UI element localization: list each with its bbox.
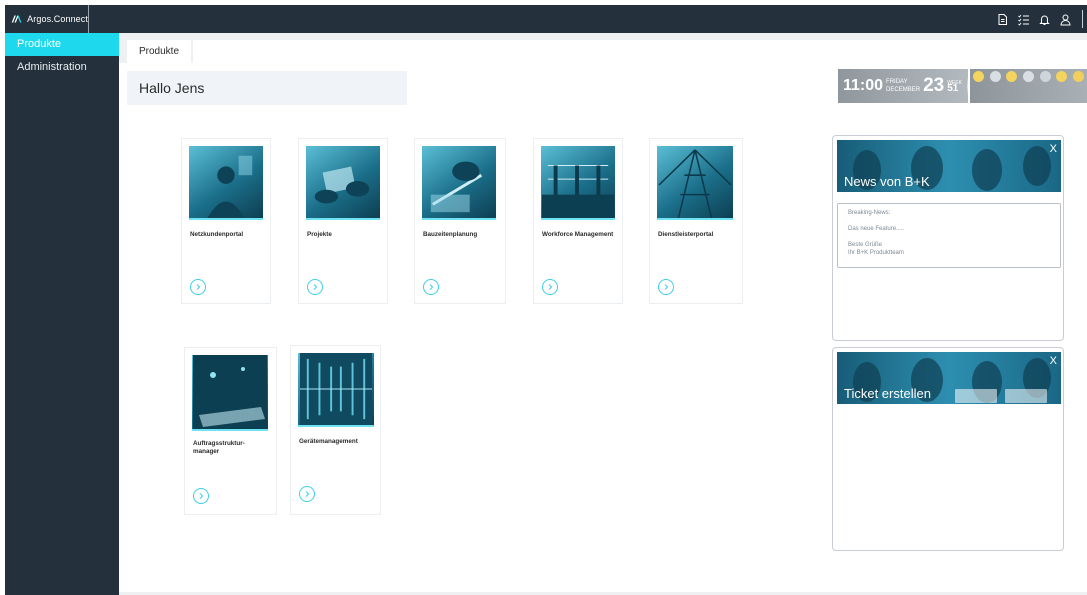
top-actions	[996, 5, 1087, 33]
tab-produkte[interactable]: Produkte	[127, 40, 192, 63]
forecast-day	[971, 71, 985, 82]
news-close-icon[interactable]: X	[1050, 143, 1057, 155]
top-bar: Argos.Connect	[5, 5, 1087, 33]
chevron-right-icon[interactable]	[542, 279, 558, 295]
clock-month: DECEMBER	[886, 87, 921, 93]
pylon-photo-icon	[657, 146, 733, 220]
news-panel: News von B+K X Breaking-News: Das neue F…	[832, 135, 1064, 341]
app-frame: Argos.Connect Produkte Administration Pr…	[5, 5, 1087, 595]
ticket-banner-button-2[interactable]	[1005, 389, 1047, 403]
forecast-day	[1055, 71, 1069, 82]
clock-week: WEEK 51	[947, 80, 962, 94]
drawing-photo-icon	[422, 146, 496, 220]
tile-label: Dienstleisterportal	[658, 231, 714, 238]
chevron-right-icon[interactable]	[423, 279, 439, 295]
clock-weekday: FRIDAY	[886, 79, 908, 85]
cloud-icon	[1022, 71, 1034, 82]
sidebar: Produkte Administration	[5, 33, 119, 595]
tab-strip-fill	[193, 40, 1087, 63]
news-line: Beste Grüße	[848, 242, 883, 248]
chevron-right-icon[interactable]	[307, 279, 323, 295]
forecast-day	[988, 71, 1002, 82]
sun-icon	[1006, 71, 1018, 82]
chevron-right-icon[interactable]	[658, 279, 674, 295]
bell-icon[interactable]	[1038, 13, 1051, 26]
document-icon[interactable]	[996, 13, 1009, 26]
tile-label: Netzkundenportal	[190, 231, 244, 238]
user-icon[interactable]	[1059, 13, 1072, 26]
main-area: Produkte Hallo Jens 11:00 FRIDAY DECEMBE…	[119, 33, 1087, 595]
product-tile-workforce-management[interactable]: Workforce Management	[533, 138, 623, 304]
cloud-sun-icon	[966, 77, 968, 95]
news-banner: News von B+K X	[837, 140, 1061, 192]
cloud-icon	[1039, 71, 1051, 82]
top-divider	[1082, 10, 1083, 28]
forecast-day	[1038, 71, 1052, 82]
chevron-right-icon[interactable]	[193, 488, 209, 504]
tab-strip: Produkte	[119, 33, 1087, 63]
tile-label: Bauzeitenplanung	[423, 231, 478, 238]
news-title: News von B+K	[844, 174, 930, 189]
sidebar-item-produkte[interactable]: Produkte	[5, 33, 119, 56]
tile-label: Auftragsstruktur-manager	[193, 440, 245, 455]
ticket-panel: Ticket erstellen X	[832, 347, 1064, 551]
product-tile-dienstleisterportal[interactable]: Dienstleisterportal	[649, 138, 743, 304]
clock-day: 23	[923, 75, 945, 96]
product-tile-bauzeitenplanung[interactable]: Bauzeitenplanung	[414, 138, 506, 304]
person-photo-icon	[189, 146, 263, 220]
ticket-close-icon[interactable]: X	[1050, 355, 1057, 367]
substation-photo-icon	[541, 146, 615, 220]
clock-week-number: 51	[947, 83, 959, 94]
clock-widget: 11:00 FRIDAY DECEMBER 23 WEEK 51	[838, 69, 968, 103]
cloud-icon	[989, 71, 1001, 82]
ticket-title: Ticket erstellen	[844, 386, 931, 401]
hands-document-photo-icon	[306, 146, 380, 220]
greeting-bar: Hallo Jens 11:00 FRIDAY DECEMBER 23 WEEK…	[119, 63, 1087, 109]
forecast-day	[1021, 71, 1035, 82]
sun-icon	[972, 71, 984, 82]
chevron-right-icon[interactable]	[190, 279, 206, 295]
forecast-day	[1005, 71, 1019, 82]
news-line: Das neue Feature.....	[848, 226, 905, 232]
sun-icon	[1056, 71, 1068, 82]
sidebar-item-administration[interactable]: Administration	[5, 56, 119, 79]
tablet-photo-icon	[192, 355, 268, 431]
greeting-text: Hallo Jens	[127, 71, 407, 105]
news-line: Ihr B+K Produktteam	[848, 250, 904, 256]
brand-name: Argos.Connect	[27, 14, 88, 24]
product-tile-auftragsstruktur-manager[interactable]: Auftragsstruktur-manager	[184, 347, 277, 515]
argos-logo-icon	[11, 15, 22, 23]
brand[interactable]: Argos.Connect	[5, 5, 89, 33]
tile-label: Gerätemanagement	[299, 438, 358, 445]
tile-label: Workforce Management	[542, 231, 614, 238]
checklist-icon[interactable]	[1017, 13, 1030, 26]
clock-weekday-month: FRIDAY DECEMBER	[886, 78, 920, 94]
news-content: Breaking-News: Das neue Feature..... Bes…	[837, 203, 1061, 268]
chevron-right-icon[interactable]	[299, 486, 315, 502]
product-tile-geraetemanagement[interactable]: Gerätemanagement	[290, 345, 381, 515]
forecast-day	[1072, 71, 1086, 82]
clock-time: 11:00	[843, 77, 884, 94]
news-line: Breaking-News:	[848, 210, 891, 216]
ticket-banner: Ticket erstellen X	[837, 352, 1061, 404]
product-tile-netzkundenportal[interactable]: Netzkundenportal	[181, 138, 271, 304]
server-room-photo-icon	[298, 353, 374, 427]
ticket-banner-button-1[interactable]	[955, 389, 997, 403]
sun-icon	[1073, 71, 1085, 82]
tile-label: Projekte	[307, 231, 332, 238]
weather-forecast	[970, 69, 1087, 103]
product-tile-projekte[interactable]: Projekte	[298, 138, 388, 304]
